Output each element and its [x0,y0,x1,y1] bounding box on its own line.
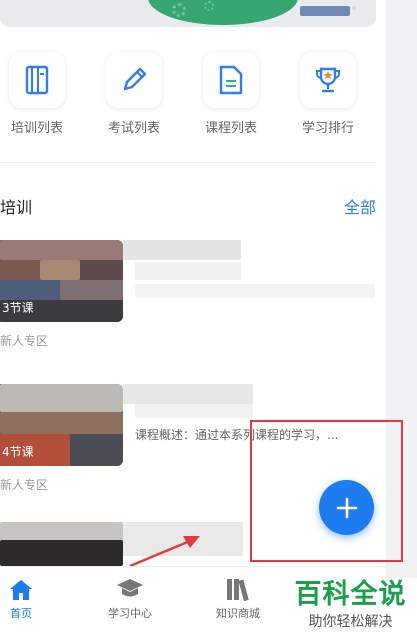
nav-home[interactable]: 首页 [3,575,39,621]
watermark-title: 百科全说 [294,579,407,610]
nav-label: 知识商城 [216,607,260,620]
nav-label: 首页 [10,607,32,620]
graduation-cap-icon [117,579,143,597]
watermark: 百科全说 助你轻松解决 [284,578,417,643]
nav-knowledge-mall[interactable]: 知识商城 [208,575,268,621]
annotation-arrow-icon [129,536,200,568]
books-icon [227,579,249,601]
home-icon [10,580,32,600]
nav-label: 学习中心 [108,607,152,620]
nav-learning-center[interactable]: 学习中心 [100,575,160,621]
watermark-subtitle: 助你轻松解决 [308,614,393,630]
